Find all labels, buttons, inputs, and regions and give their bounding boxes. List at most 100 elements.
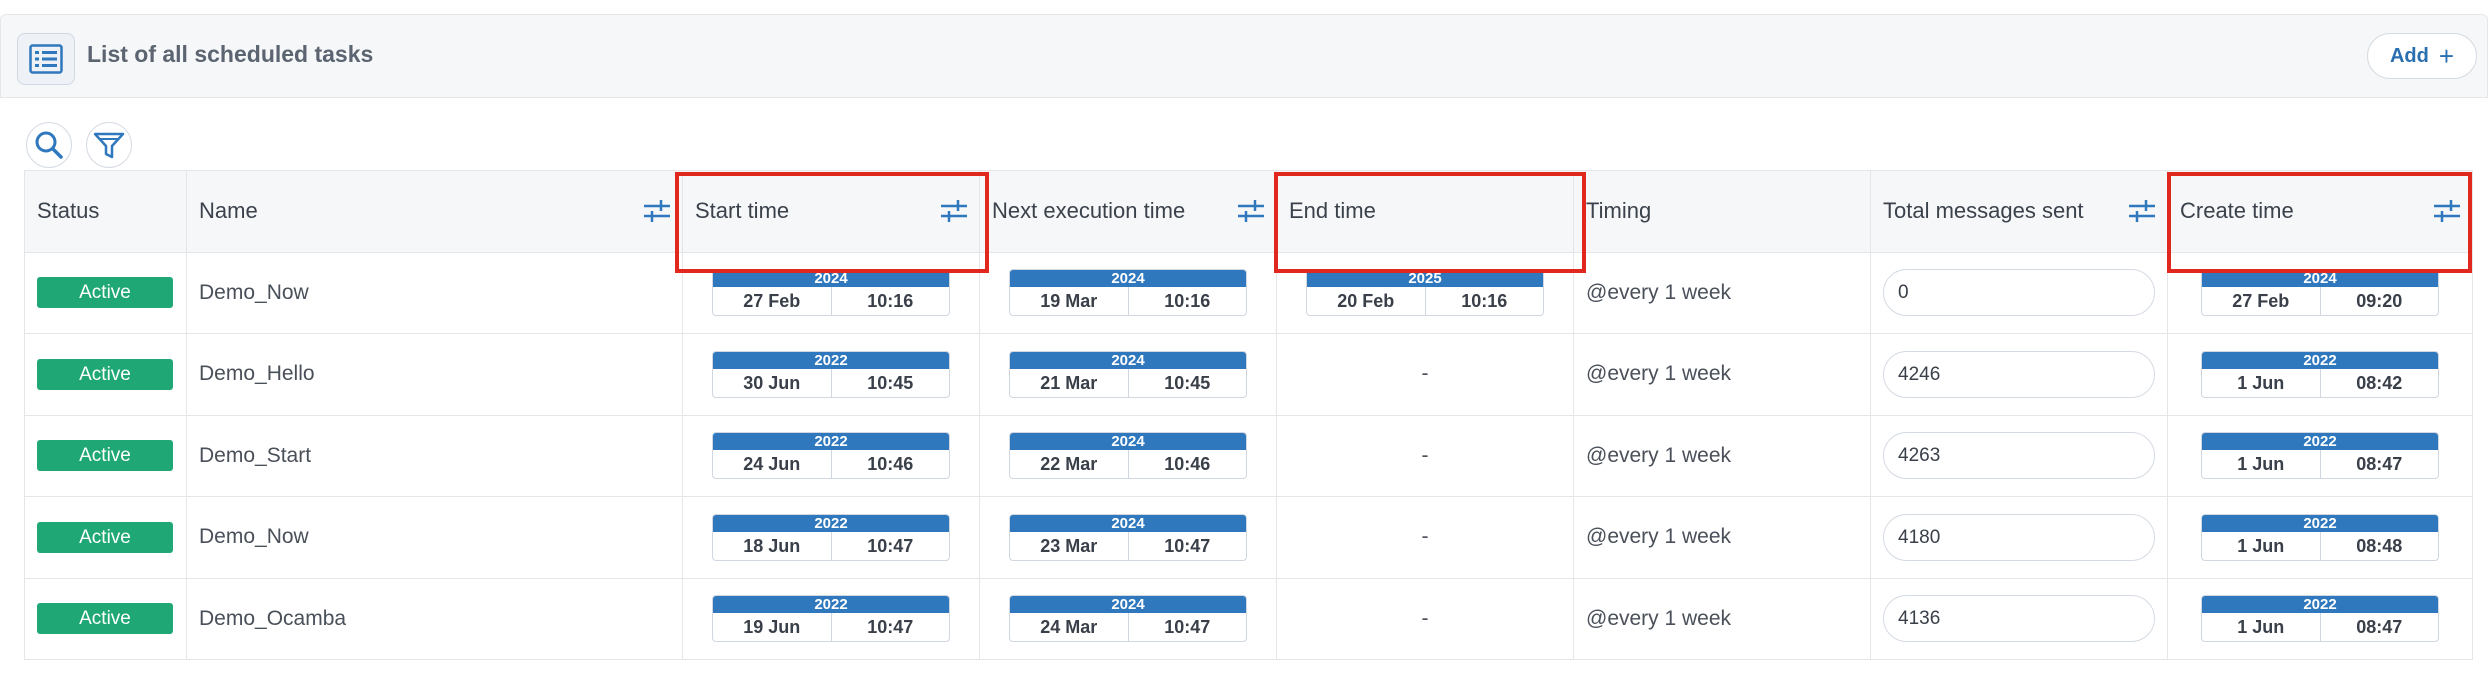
date-day: 27 Feb	[2202, 287, 2321, 316]
table-row[interactable]: Active Demo_Now 2022 18 Jun 10:47 2024 23 Mar 1…	[24, 496, 2473, 579]
date-day: 19 Mar	[1010, 287, 1129, 316]
date-year: 2022	[2202, 514, 2438, 532]
cell-name: Demo_Now	[186, 251, 683, 334]
table-row[interactable]: Active Demo_Hello 2022 30 Jun 10:45 2024 21 Ma…	[24, 333, 2473, 416]
cell-create-time: 2024 27 Feb 09:20	[2167, 251, 2473, 334]
plus-icon: +	[2438, 40, 2455, 71]
date-day: 1 Jun	[2202, 531, 2321, 560]
cell-start-time: 2022 30 Jun 10:45	[682, 333, 980, 416]
date-day: 1 Jun	[2202, 450, 2321, 479]
date-time: 10:47	[1164, 617, 1211, 638]
date-chip: 2024 23 Mar 10:47	[1009, 513, 1247, 561]
list-icon	[17, 33, 75, 85]
date-day: 24 Jun	[713, 450, 832, 479]
sliders-icon[interactable]	[642, 198, 672, 224]
cell-next-execution-time: 2024 24 Mar 10:47	[979, 577, 1277, 660]
cell-start-time: 2022 24 Jun 10:46	[682, 414, 980, 497]
scheduled-tasks-table: Status Name Start time Next execution ti…	[24, 170, 2473, 660]
date-chip: 2022 1 Jun 08:48	[2201, 513, 2439, 561]
cell-next-execution-time: 2024 19 Mar 10:16	[979, 251, 1277, 334]
date-chip: 2024 22 Mar 10:46	[1009, 432, 1247, 480]
status-badge: Active	[37, 521, 173, 553]
cell-start-time: 2022 18 Jun 10:47	[682, 496, 980, 579]
date-day: 30 Jun	[713, 368, 832, 397]
date-chip: 2022 1 Jun 08:47	[2201, 595, 2439, 643]
sliders-icon[interactable]	[2127, 198, 2157, 224]
cell-create-time: 2022 1 Jun 08:47	[2167, 414, 2473, 497]
cell-create-time: 2022 1 Jun 08:48	[2167, 496, 2473, 579]
table-row[interactable]: Active Demo_Now 2024 27 Feb 10:16 2024 19 Mar 1…	[24, 251, 2473, 334]
cell-total-messages-sent: 4136	[1870, 577, 2168, 660]
date-year: 2022	[2202, 433, 2438, 451]
table-row[interactable]: Active Demo_Start 2022 24 Jun 10:46 2024 22 Ma…	[24, 414, 2473, 497]
date-year: 2022	[2202, 351, 2438, 369]
search-button[interactable]	[26, 122, 72, 168]
date-time: 08:47	[2356, 454, 2403, 475]
date-year: 2022	[713, 596, 949, 614]
date-year: 2022	[713, 433, 949, 451]
status-badge: Active	[37, 603, 173, 635]
filter-button[interactable]	[86, 122, 132, 168]
status-badge: Active	[37, 277, 173, 309]
date-year: 2025	[1307, 270, 1543, 288]
cell-total-messages-sent: 4180	[1870, 496, 2168, 579]
cell-end-time: -	[1276, 577, 1574, 660]
add-button[interactable]: Add +	[2367, 33, 2477, 79]
date-time: 08:48	[2356, 535, 2403, 556]
cell-name: Demo_Start	[186, 414, 683, 497]
column-header-start-time[interactable]: Start time	[682, 170, 980, 253]
date-chip: 2022 1 Jun 08:42	[2201, 350, 2439, 398]
add-button-label: Add	[2389, 44, 2429, 67]
cell-name: Demo_Ocamba	[186, 577, 683, 660]
column-header-name[interactable]: Name	[186, 170, 683, 253]
messages-count-field: 0	[1883, 269, 2155, 317]
status-badge: Active	[37, 358, 173, 390]
date-day: 24 Mar	[1010, 613, 1129, 642]
cell-name: Demo_Hello	[186, 333, 683, 416]
date-chip: 2024 27 Feb 09:20	[2201, 269, 2439, 317]
messages-count-field: 4263	[1883, 432, 2155, 480]
date-day: 1 Jun	[2202, 613, 2321, 642]
date-time: 10:46	[1164, 454, 1211, 475]
sliders-icon[interactable]	[939, 198, 969, 224]
sliders-icon[interactable]	[1236, 198, 1266, 224]
date-chip: 2024 27 Feb 10:16	[712, 269, 950, 317]
column-header-next-execution-time[interactable]: Next execution time	[979, 170, 1277, 253]
search-icon	[35, 131, 63, 159]
status-badge: Active	[37, 440, 173, 472]
messages-count-field: 4180	[1883, 513, 2155, 561]
date-time: 08:47	[2356, 617, 2403, 638]
date-year: 2024	[1010, 433, 1246, 451]
cell-create-time: 2022 1 Jun 08:42	[2167, 333, 2473, 416]
date-chip: 2022 19 Jun 10:47	[712, 595, 950, 643]
cell-start-time: 2024 27 Feb 10:16	[682, 251, 980, 334]
date-time: 08:42	[2356, 372, 2403, 393]
cell-timing: @every 1 week	[1573, 251, 1871, 334]
column-header-create-time[interactable]: Create time	[2167, 170, 2473, 253]
cell-status: Active	[24, 333, 187, 416]
cell-status: Active	[24, 414, 187, 497]
cell-status: Active	[24, 251, 187, 334]
filter-icon	[93, 132, 125, 159]
date-time: 10:47	[867, 617, 914, 638]
cell-total-messages-sent: 0	[1870, 251, 2168, 334]
cell-create-time: 2022 1 Jun 08:47	[2167, 577, 2473, 660]
cell-total-messages-sent: 4263	[1870, 414, 2168, 497]
column-header-total-messages-sent[interactable]: Total messages sent	[1870, 170, 2168, 253]
date-time: 10:16	[867, 291, 914, 312]
cell-timing: @every 1 week	[1573, 333, 1871, 416]
date-time: 10:45	[867, 372, 914, 393]
date-year: 2024	[1010, 351, 1246, 369]
column-header-timing: Timing	[1573, 170, 1871, 253]
date-chip: 2024 19 Mar 10:16	[1009, 269, 1247, 317]
date-year: 2024	[1010, 596, 1246, 614]
date-chip: 2025 20 Feb 10:16	[1306, 269, 1544, 317]
date-chip: 2024 24 Mar 10:47	[1009, 595, 1247, 643]
sliders-icon[interactable]	[2432, 198, 2462, 224]
date-year: 2024	[713, 270, 949, 288]
date-chip: 2022 30 Jun 10:45	[712, 350, 950, 398]
date-time: 10:47	[1164, 535, 1211, 556]
date-day: 27 Feb	[713, 287, 832, 316]
date-year: 2022	[713, 351, 949, 369]
table-row[interactable]: Active Demo_Ocamba 2022 19 Jun 10:47 2024 24 M…	[24, 577, 2473, 660]
